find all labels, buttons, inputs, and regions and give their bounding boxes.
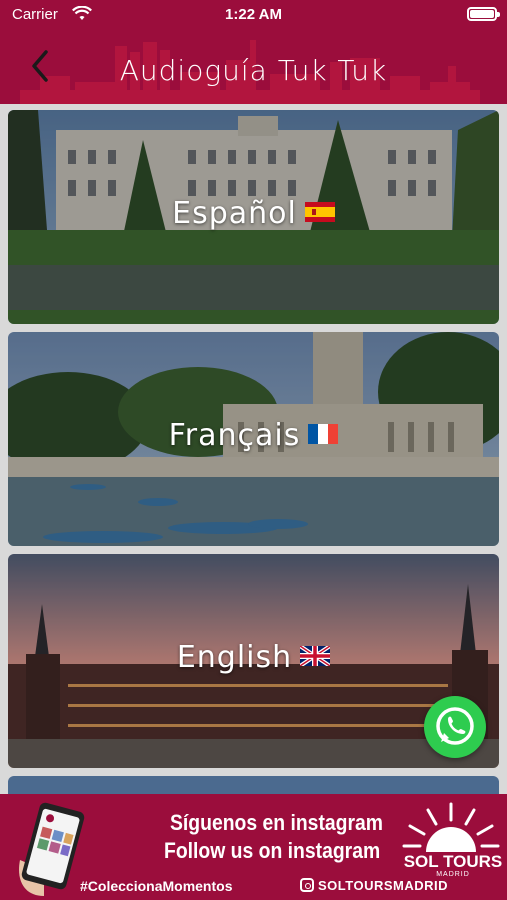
instagram-handle: SOLTOURSMADRID — [318, 878, 449, 893]
language-card-french[interactable]: Français — [8, 332, 499, 546]
status-bar: Carrier 1:22 AM — [0, 0, 507, 32]
language-card-label: Español — [8, 196, 499, 231]
navigation-bar: Audioguía Tuk Tuk — [0, 32, 507, 104]
instagram-follow-english: Follow us on instagram — [164, 838, 381, 863]
language-list: Español Français English — [0, 104, 507, 794]
whatsapp-button[interactable] — [424, 696, 486, 758]
language-name: Español — [172, 196, 297, 231]
language-card-label: Français — [8, 418, 499, 453]
spain-flag-icon — [304, 201, 335, 222]
brand-city: MADRID — [436, 871, 470, 878]
language-name: English — [176, 640, 293, 675]
language-name: Français — [168, 418, 301, 453]
page-title: Audioguía Tuk Tuk — [119, 54, 388, 87]
instagram-banner[interactable]: Síguenos en instagram Follow us on insta… — [0, 794, 507, 900]
language-card-label: English — [8, 640, 499, 675]
whatsapp-icon — [436, 707, 474, 745]
language-card-next[interactable] — [8, 776, 499, 794]
uk-flag-icon — [300, 645, 331, 666]
france-flag-icon — [308, 423, 339, 444]
instagram-follow-spanish: Síguenos en instagram — [170, 810, 384, 835]
clock: 1:22 AM — [225, 6, 282, 23]
instagram-icon — [300, 878, 314, 892]
battery-icon — [467, 7, 500, 21]
brand-name: SOL TOURS — [403, 852, 503, 871]
language-card-spanish[interactable]: Español — [8, 110, 499, 324]
hashtag-text: #ColeccionaMomentos — [80, 878, 233, 894]
